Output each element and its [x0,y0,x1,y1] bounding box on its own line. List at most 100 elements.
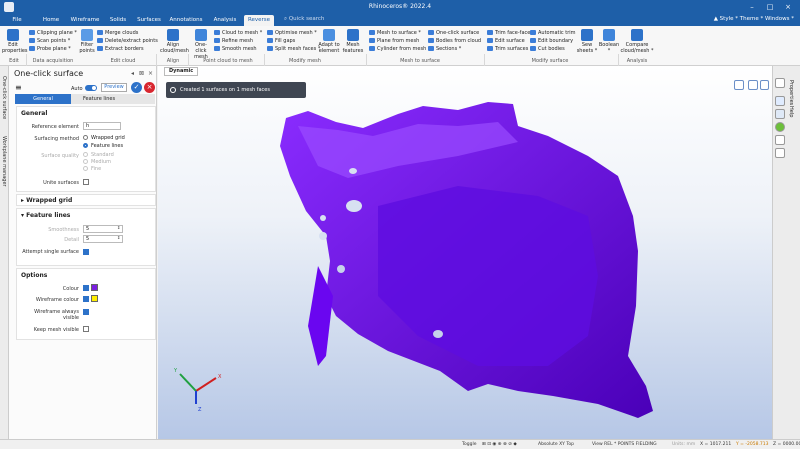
bodies-from-cloud-button[interactable]: Bodies from cloud [428,38,481,44]
mesh-to-surface-button[interactable]: Mesh to surface * [369,30,421,36]
tab-analysis[interactable]: Analysis [208,15,242,26]
one-click-mesh-button[interactable]: One-click mesh [190,29,212,60]
maximize-button[interactable]: □ [762,1,778,13]
preview-button[interactable]: Preview [101,83,127,92]
layers-icon[interactable] [775,96,785,106]
tab-solids[interactable]: Solids [104,15,132,26]
extract-borders-button[interactable]: Extract borders [97,46,144,52]
tab-feature-lines[interactable]: Feature lines [71,94,127,104]
side-tab-one-click-surface[interactable]: One-click surface [1,76,7,119]
fill-icon [267,38,273,43]
snap-icons[interactable]: ⊞ ⊡ ◉ ⊕ ⊗ ⊘ ◆ [482,440,517,449]
3d-viewport[interactable]: Y X Z [158,66,772,439]
boolean-button[interactable]: Boolean * [598,29,620,54]
wireframe-colour-swatch[interactable] [91,295,98,302]
align-cloud-mesh-button[interactable]: Align cloud/mesh [160,29,189,54]
panel-menu-icon[interactable] [775,78,785,88]
smooth-mesh-button[interactable]: Smooth mesh [214,46,257,52]
merge-clouds-button[interactable]: Merge clouds [97,30,138,36]
materials-icon[interactable] [775,135,785,145]
side-tab-workplane-manager[interactable]: Workplane manager [1,136,7,187]
named-views-icon[interactable] [775,148,785,158]
probe-icon [29,46,35,51]
quick-search-input[interactable]: ⌕ Quick search [284,16,354,24]
attempt-single-surface-checkbox[interactable] [83,249,89,255]
trim-surfaces-button[interactable]: Trim surfaces * [487,46,532,52]
tab-wireframe[interactable]: Wireframe [68,15,102,26]
optimise-mesh-button[interactable]: Optimise mesh * [267,30,317,36]
viewport-tab-dynamic[interactable]: Dynamic [164,67,199,76]
fill-gaps-button[interactable]: Fill gaps [267,38,295,44]
hamburger-menu-icon[interactable]: ≡ [15,83,22,92]
minimize-button[interactable]: – [744,1,760,13]
filter-icon [81,29,93,41]
keep-mesh-visible-checkbox[interactable] [83,326,89,332]
colour-swatch[interactable] [91,284,98,291]
one-click-surface-button[interactable]: One-click surface [428,30,479,36]
colour-checkbox[interactable] [83,285,89,291]
wrapped-grid-section[interactable]: ▸ Wrapped grid [16,194,156,206]
style-theme-windows[interactable]: ▲ Style * Theme * Windows * [714,16,794,22]
panel-close-icon[interactable]: × [148,70,153,77]
tab-annotations[interactable]: Annotations [166,15,206,26]
tab-file[interactable]: File [6,15,28,26]
absolute-xy-top[interactable]: Absolute XY Top [538,440,574,449]
scan-points-button[interactable]: Scan points * [29,38,70,44]
unite-surfaces-label: Unite surfaces [43,180,79,186]
render-icon[interactable] [775,122,785,132]
clipping-plane-button[interactable]: Clipping plane * [29,30,77,36]
radio-wrapped-grid[interactable] [83,135,88,140]
view-help-icon[interactable] [760,80,769,90]
delete-extract-points-button[interactable]: Delete/extract points [97,38,158,44]
status-bar: Toggle ⊞ ⊡ ◉ ⊕ ⊗ ⊘ ◆ Absolute XY Top Vie… [0,439,800,449]
reference-element-field[interactable]: h [83,122,121,130]
split-mesh-faces-button[interactable]: Split mesh faces * [267,46,320,52]
view-rel-points[interactable]: View REL * POINTS FIELDING [592,440,657,449]
panel-dock-icon[interactable]: ⊠ [139,70,144,77]
unite-surfaces-checkbox[interactable] [83,179,89,185]
wireframe-always-visible-checkbox[interactable] [83,309,89,315]
plane-from-mesh-button[interactable]: Plane from mesh [369,38,419,44]
auto-toggle[interactable] [85,85,97,91]
tab-general[interactable]: General [15,94,71,104]
edit-properties-button[interactable]: Edit properties [2,29,28,54]
tab-reverse[interactable]: Reverse [244,15,274,26]
part-hole [337,265,345,273]
compare-icon [631,29,643,41]
view-settings-icon[interactable] [748,80,758,90]
probe-plane-button[interactable]: Probe plane * [29,46,71,52]
side-tab-help[interactable]: Help [788,106,794,117]
radio-feature-lines[interactable] [83,143,88,148]
edit-surface-button[interactable]: Edit surface [487,38,525,44]
stepper-icon[interactable]: ⇕ [117,225,120,230]
tab-surfaces[interactable]: Surfaces [134,15,164,26]
wireframe-colour-checkbox[interactable] [83,296,89,302]
sections-button[interactable]: Sections * [428,46,461,52]
sew-sheets-button[interactable]: Sew sheets * [576,29,598,54]
edit-boundary-button[interactable]: Edit boundary [530,38,573,44]
radio-quality-standard [83,152,88,157]
mesh-features-button[interactable]: Mesh features [342,29,364,54]
close-window-button[interactable]: × [780,1,796,13]
side-tab-properties[interactable]: Properties [788,80,794,105]
cloud-to-mesh-button[interactable]: Cloud to mesh * [214,30,262,36]
cylinder-from-mesh-button[interactable]: Cylinder from mesh * [369,46,430,52]
toggle-label[interactable]: Toggle [462,440,476,449]
left-side-tabs: One-click surface Workplane manager [0,66,9,439]
tab-home[interactable]: Home [36,15,66,26]
keep-mesh-visible-label: Keep mesh visible [33,327,79,333]
display-icon[interactable] [775,109,785,119]
view-cube-icon[interactable] [734,80,744,90]
refine-mesh-button[interactable]: Refine mesh [214,38,253,44]
mesh-part-render[interactable]: Y X Z [158,66,772,439]
trim-face-face-button[interactable]: Trim face-face [487,30,530,36]
cancel-x-icon[interactable]: × [144,82,155,93]
panel-pin-icon[interactable]: ◂ [131,70,134,77]
confirm-check-icon[interactable]: ✓ [131,82,142,93]
compare-cloud-mesh-button[interactable]: Compare cloud/mesh * [620,29,654,54]
automatic-trim-button[interactable]: Automatic trim [530,30,576,36]
filter-points-button[interactable]: Filter points [77,29,97,54]
stepper-icon[interactable]: ⇕ [117,235,120,240]
adapt-to-element-button[interactable]: Adapt to element [316,29,342,54]
cut-bodies-button[interactable]: Cut bodies [530,46,565,52]
